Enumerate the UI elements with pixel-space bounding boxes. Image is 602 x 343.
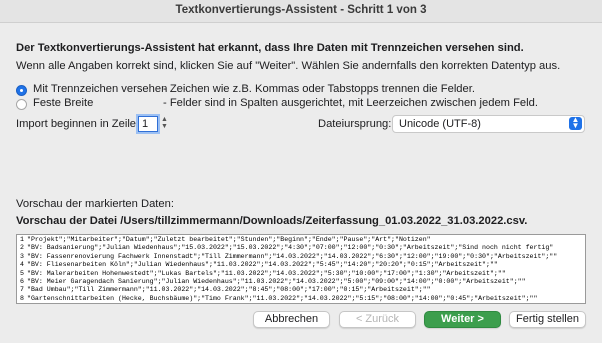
back-button[interactable]: < Zurück xyxy=(339,311,416,328)
radio-delimited-description: - Zeichen wie z.B. Kommas oder Tabstopps… xyxy=(163,83,475,95)
preview-file-label: Vorschau der Datei /Users/tillzimmermann… xyxy=(16,215,528,227)
file-origin-select[interactable]: Unicode (UTF-8) ▲ ▼ xyxy=(392,115,585,133)
preview-row: 6 "BV: Meier Garagendach Sanierung";"Juli… xyxy=(20,278,526,285)
preview-box[interactable]: 1 "Projekt";"Mitarbeiter";"Datum";"Zuletz… xyxy=(16,234,586,304)
preview-section-label: Vorschau der markierten Daten: xyxy=(16,198,174,210)
preview-row: 4 "BV: Fliesenarbeiten Köln";"Julian Wied… xyxy=(20,261,498,269)
next-button[interactable]: Weiter > xyxy=(424,311,501,328)
radio-fixed-width-label: Feste Breite xyxy=(33,97,94,109)
intro-instruction: Wenn alle Angaben korrekt sind, klicken … xyxy=(16,60,561,72)
preview-row: 1 "Projekt";"Mitarbeiter";"Datum";"Zuletz… xyxy=(20,236,431,243)
radio-delimited-label: Mit Trennzeichen versehen xyxy=(33,83,168,95)
preview-row: 8 "Gartenschnittarbeiten (Hecke, Buchsbäu… xyxy=(20,294,538,302)
chevron-updown-icon: ▲ ▼ xyxy=(569,116,582,130)
radio-fixed-width-control[interactable] xyxy=(16,99,27,110)
preview-row: 7 "Bad Umbau";"Till Zimmermann";"11.03.20… xyxy=(20,286,431,294)
radio-delimited[interactable]: Mit Trennzeichen versehen - Zeichen wie … xyxy=(16,83,576,97)
file-origin-label: Dateiursprung: xyxy=(318,118,392,130)
window-title: Textkonvertierungs-Assistent - Schritt 1… xyxy=(0,0,602,23)
import-start-label: Import beginnen in Zeile: xyxy=(16,118,140,130)
import-start-stepper[interactable]: ▲ ▼ xyxy=(160,116,169,132)
stepper-down-icon[interactable]: ▼ xyxy=(160,123,169,130)
cancel-button[interactable]: Abbrechen xyxy=(253,311,330,328)
radio-fixed-width-description: - Felder sind in Spalten ausgerichtet, m… xyxy=(163,97,538,109)
file-origin-value: Unicode (UTF-8) xyxy=(399,118,481,130)
radio-fixed-width[interactable]: Feste Breite - Felder sind in Spalten au… xyxy=(16,97,576,111)
intro-heading: Der Textkonvertierungs-Assistent hat erk… xyxy=(16,42,524,54)
preview-row: 5 "BV: Malerarbeiten Hohenwestedt";"Lukas… xyxy=(20,269,506,277)
radio-delimited-control[interactable] xyxy=(16,85,27,96)
finish-button[interactable]: Fertig stellen xyxy=(509,311,586,328)
preview-row: 3 "BV: Fassenrenovierung Fachwerk Innenst… xyxy=(20,252,558,260)
import-start-input[interactable]: 1 xyxy=(138,116,158,132)
preview-row: 2 "BV: Badsanierung";"Julian Wiedenhaus";… xyxy=(20,244,554,252)
stepper-up-icon[interactable]: ▲ xyxy=(160,116,169,123)
